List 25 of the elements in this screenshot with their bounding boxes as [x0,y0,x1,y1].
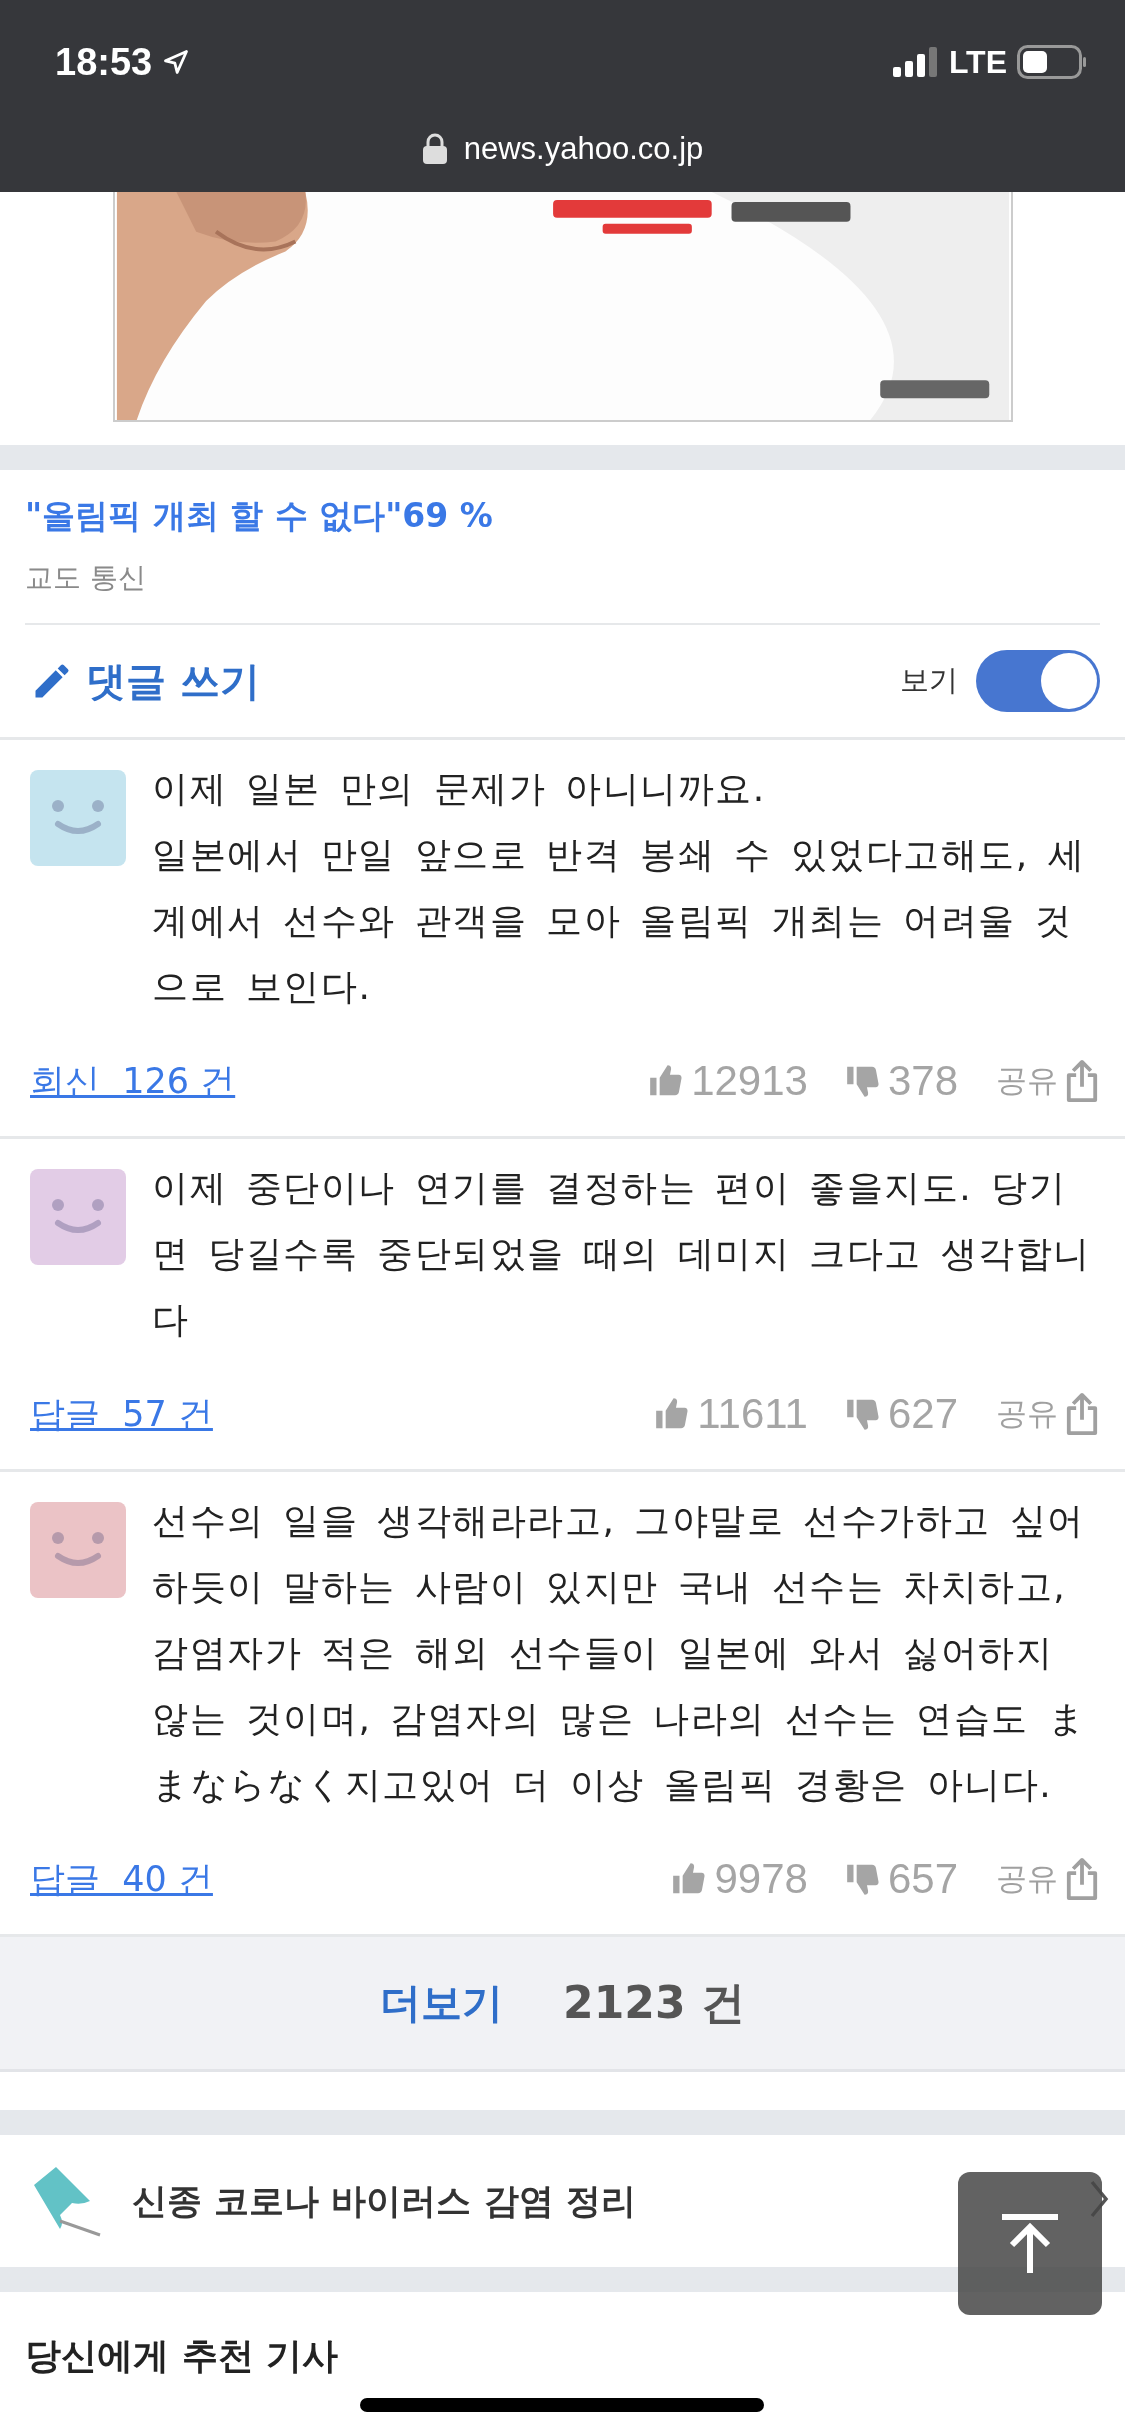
like-count: 9978 [714,1855,808,1903]
url-text[interactable]: news.yahoo.co.jp [463,131,704,167]
replies-link[interactable]: 답글 40 건 [30,1855,213,1903]
dislike-count: 627 [887,1390,958,1438]
article-source: 교도 통신 [25,560,147,596]
topic-link[interactable]: 신종 코로나 바이러스 감염 정리 [0,2135,1125,2267]
network-type: LTE [948,43,1007,81]
dislike-count: 657 [887,1855,958,1903]
recommended-heading: 당신에게 추천 기사 [25,2334,339,2378]
comment-text: 선수의 일을 생각해라라고, 그야말로 선수가하고 싶어하듯이 말하는 사람이 있지만 국내 선수는 차치하고, 감염자가 적은 해외 선수들이 일본에 와서 싫어하지 않는 것이며, 감염자의 많은 나라의 선수는 연습도 ままならなく지고있어 더 이상 올림픽 경황은 아니다. [152,1499,1088,1807]
replies-link[interactable]: 답글 57 건 [30,1390,213,1438]
like-count: 11611 [697,1390,808,1438]
like-count: 12913 [691,1057,808,1105]
view-label: 보기 [900,662,958,699]
replies-link[interactable]: 회신 126 건 [30,1057,236,1105]
share-link[interactable]: 공유 [996,1857,1100,1901]
article-headline-link[interactable]: "올림픽 개최 할 수 없다"69 % [25,494,1100,539]
clock-time: 18:53 [55,40,153,84]
share-link[interactable]: 공유 [996,1059,1100,1103]
write-comment-link[interactable]: 댓글 쓰기 [30,653,260,709]
comment-text: 이제 중단이나 연기를 결정하는 편이 좋을지도. 당기면 당길수록 중단되었을 때의 데미지 크다고 생각합니다 [152,1166,1092,1342]
comment-text: 이제 일본 만의 문제가 아니니까요. 일본에서 만일 앞으로 반격 봉쇄 수 있었다고해도, 세계에서 선수와 관객을 모아 올림픽 개최는 어려울 것으로 보인다. [152,767,1087,1009]
more-comments-button[interactable]: 더보기 2123 건 [0,1937,1125,2072]
dislike-count: 378 [887,1057,958,1105]
share-link[interactable]: 공유 [996,1392,1100,1436]
